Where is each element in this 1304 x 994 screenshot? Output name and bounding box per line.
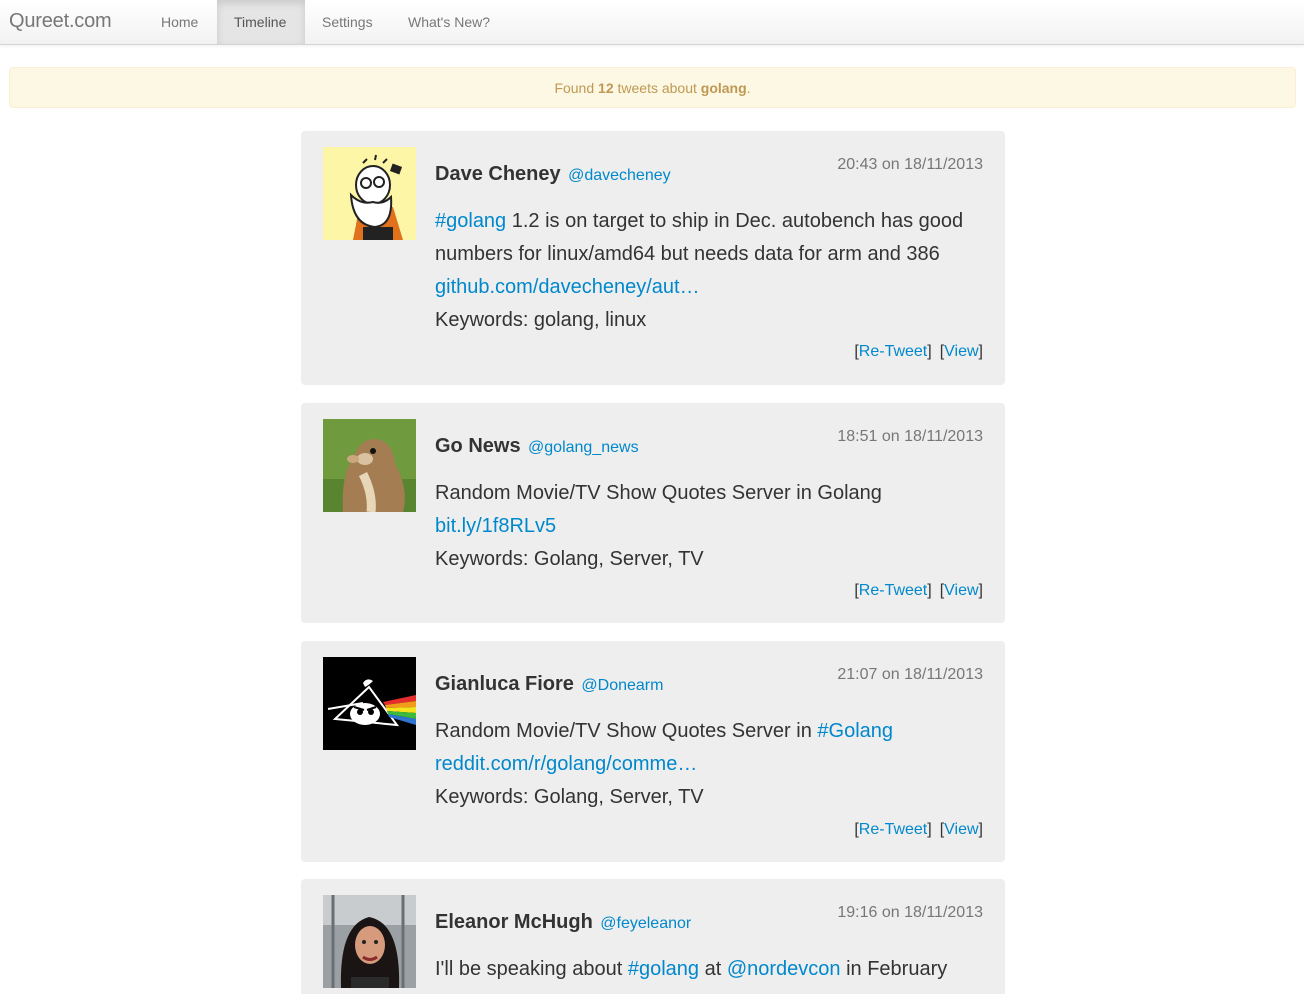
tweet-url-link[interactable]: reddit.com/r/golang/comme…	[435, 748, 985, 781]
tweet-actions: [Re-Tweet] [View]	[854, 343, 983, 361]
tweet-timestamp: 18:51 on 18/11/2013	[837, 428, 983, 445]
cartoon-avatar-icon	[323, 147, 416, 240]
tweet-text: at	[699, 958, 727, 980]
tweet-url-link[interactable]: bit.ly/1f8RLv5	[435, 510, 985, 543]
tweet-header: Go News @golang_news	[435, 435, 639, 458]
tweet-header: Dave Cheney @davecheney	[435, 163, 671, 186]
tweet-card: Gianluca Fiore @Donearm 21:07 on 18/11/2…	[301, 641, 1005, 862]
user-name: Eleanor McHugh	[435, 911, 593, 933]
top-navbar: Qureet.com Home Timeline Settings What's…	[0, 0, 1304, 45]
nav-home[interactable]: Home	[144, 0, 215, 44]
avatar[interactable]	[323, 419, 416, 512]
prism-bird-avatar-icon	[323, 657, 416, 750]
tweet-text: numbers for linux/amd64 but needs data f…	[435, 243, 940, 265]
bracket: ]	[978, 821, 983, 838]
tweet-body: Random Movie/TV Show Quotes Server in #G…	[435, 715, 985, 814]
user-handle-link[interactable]: @feyeleanor	[600, 915, 691, 932]
tweet-url-link[interactable]: github.com/davecheney/aut…	[435, 271, 985, 304]
bracket: ]	[978, 343, 983, 360]
tweet-body: #golang 1.2 is on target to ship in Dec.…	[435, 205, 985, 337]
tweet-body: Random Movie/TV Show Quotes Server in Go…	[435, 477, 985, 576]
tweet-text: Random Movie/TV Show Quotes Server in	[435, 720, 818, 742]
tweet-actions: [Re-Tweet] [View]	[854, 821, 983, 839]
user-name: Go News	[435, 435, 521, 457]
search-result-alert: Found 12 tweets about golang.	[9, 67, 1296, 108]
user-handle-link[interactable]: @davecheney	[568, 167, 671, 184]
tweet-card: Eleanor McHugh @feyeleanor 19:16 on 18/1…	[301, 879, 1005, 994]
tweet-text: I'll be speaking about	[435, 958, 628, 980]
hashtag-link[interactable]: #golang	[435, 210, 506, 232]
user-name: Dave Cheney	[435, 163, 561, 185]
photo-avatar-icon	[323, 895, 416, 988]
bracket: ]	[927, 582, 932, 599]
alert-prefix: Found	[554, 80, 595, 96]
tweet-keywords: Keywords: golang, linux	[435, 309, 647, 331]
user-name: Gianluca Fiore	[435, 673, 574, 695]
brand-logo-link[interactable]: Qureet.com	[9, 10, 112, 33]
tweet-header: Eleanor McHugh @feyeleanor	[435, 911, 691, 934]
user-handle-link[interactable]: @golang_news	[528, 439, 639, 456]
hashtag-link[interactable]: #golang	[628, 958, 699, 980]
nav-settings[interactable]: Settings	[305, 0, 390, 44]
alert-suffix: .	[746, 80, 751, 96]
alert-term: golang	[700, 80, 747, 96]
hashtag-link[interactable]: #Golang	[817, 720, 893, 742]
retweet-link[interactable]: Re-Tweet	[859, 582, 927, 599]
tweet-timestamp: 19:16 on 18/11/2013	[837, 904, 983, 921]
tweet-timestamp: 21:07 on 18/11/2013	[837, 666, 983, 683]
tweet-timestamp: 20:43 on 18/11/2013	[837, 156, 983, 173]
tweet-text: Random Movie/TV Show Quotes Server in Go…	[435, 482, 882, 504]
tweet-text: 1.2 is on target to ship in Dec. autoben…	[506, 210, 964, 232]
avatar[interactable]	[323, 657, 416, 750]
nav-whats-new[interactable]: What's New?	[391, 0, 507, 44]
tweet-card: Dave Cheney @davecheney 20:43 on 18/11/2…	[301, 131, 1005, 385]
retweet-link[interactable]: Re-Tweet	[859, 821, 927, 838]
tweet-body: I'll be speaking about #golang at @norde…	[435, 953, 985, 986]
bracket: ]	[927, 343, 932, 360]
bracket: ]	[978, 582, 983, 599]
alert-middle: tweets about	[617, 80, 697, 96]
retweet-link[interactable]: Re-Tweet	[859, 343, 927, 360]
mention-link[interactable]: @nordevcon	[727, 958, 841, 980]
tweet-text: in February	[840, 958, 948, 980]
nav-timeline[interactable]: Timeline	[217, 0, 305, 44]
avatar[interactable]	[323, 147, 416, 240]
view-link[interactable]: View	[944, 821, 978, 838]
view-link[interactable]: View	[944, 582, 978, 599]
user-handle-link[interactable]: @Donearm	[581, 677, 663, 694]
gopher-squirrel-avatar-icon	[323, 419, 416, 512]
bracket: ]	[927, 821, 932, 838]
alert-count: 12	[598, 80, 614, 96]
tweet-keywords: Keywords: Golang, Server, TV	[435, 786, 704, 808]
view-link[interactable]: View	[944, 343, 978, 360]
avatar[interactable]	[323, 895, 416, 988]
tweet-header: Gianluca Fiore @Donearm	[435, 673, 663, 696]
tweet-actions: [Re-Tweet] [View]	[854, 582, 983, 600]
tweet-card: Go News @golang_news 18:51 on 18/11/2013…	[301, 403, 1005, 623]
tweet-keywords: Keywords: Golang, Server, TV	[435, 548, 704, 570]
